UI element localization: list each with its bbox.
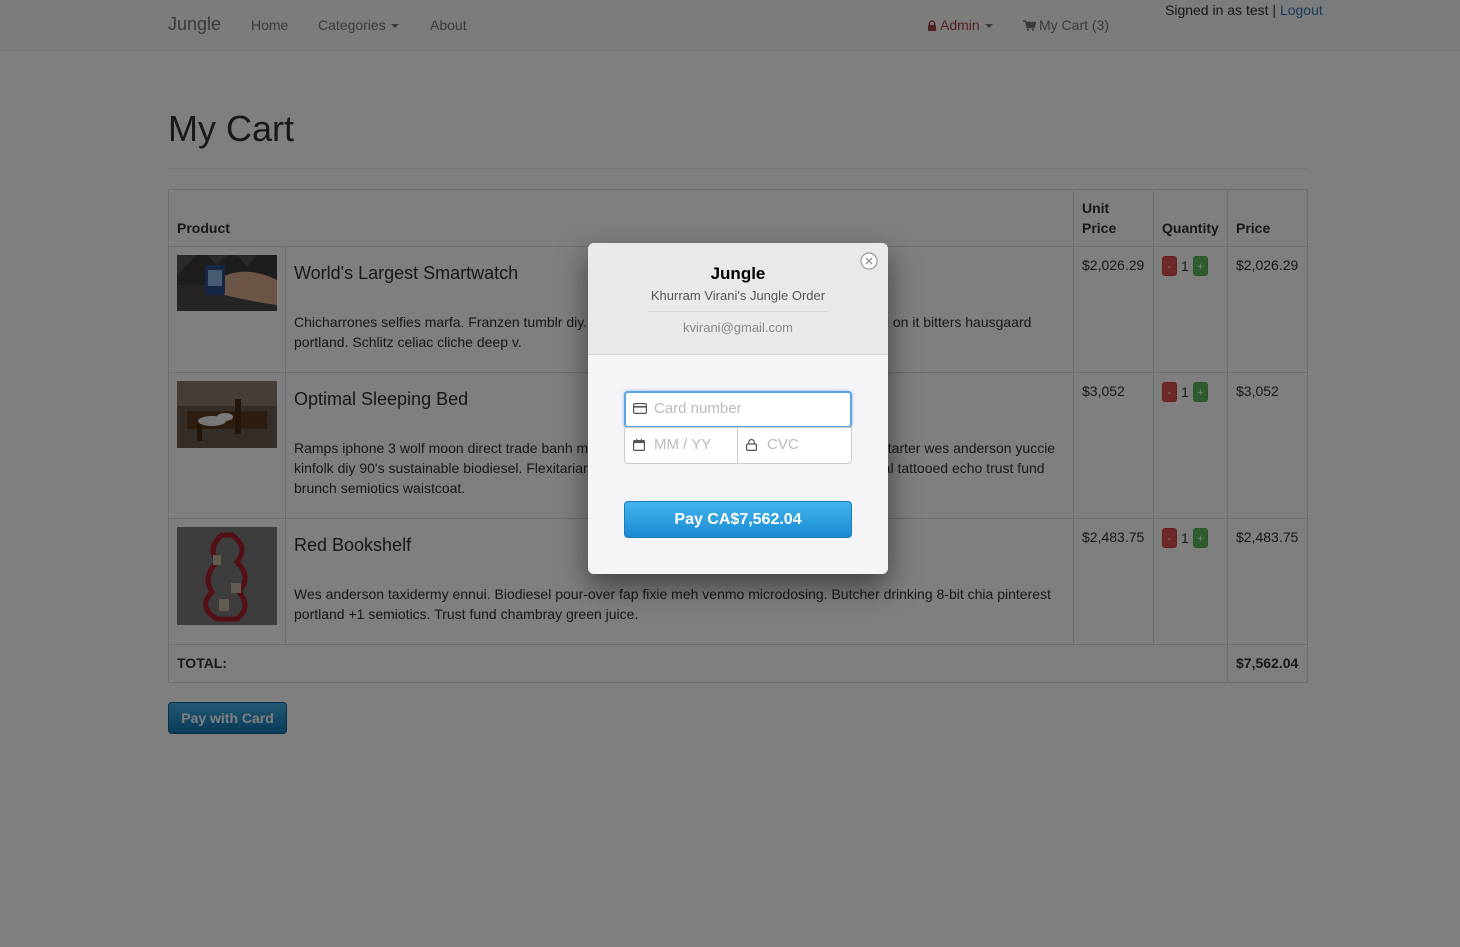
credit-card-icon (633, 403, 647, 414)
close-icon[interactable] (860, 252, 878, 270)
cvc-input[interactable]: CVC (737, 427, 852, 464)
calendar-icon (633, 439, 645, 451)
cvc-placeholder: CVC (767, 436, 799, 453)
expiry-placeholder: MM / YY (654, 436, 712, 453)
pay-button[interactable]: Pay CA$7,562.04 (624, 501, 852, 538)
modal-title: Jungle (710, 264, 766, 283)
card-number-placeholder: Card number (654, 400, 742, 417)
modal-body: Card number MM / YY CVC Pay CA$7,562.04 (588, 355, 888, 574)
modal-divider (648, 311, 828, 312)
modal-header: Jungle Khurram Virani's Jungle Order kvi… (588, 243, 888, 355)
lock-icon (746, 439, 757, 451)
card-number-input[interactable]: Card number (624, 391, 852, 428)
payment-modal: Jungle Khurram Virani's Jungle Order kvi… (588, 243, 888, 574)
modal-email: kvirani@gmail.com (683, 320, 793, 335)
modal-subtitle: Khurram Virani's Jungle Order (650, 288, 826, 303)
expiry-input[interactable]: MM / YY (624, 427, 738, 464)
